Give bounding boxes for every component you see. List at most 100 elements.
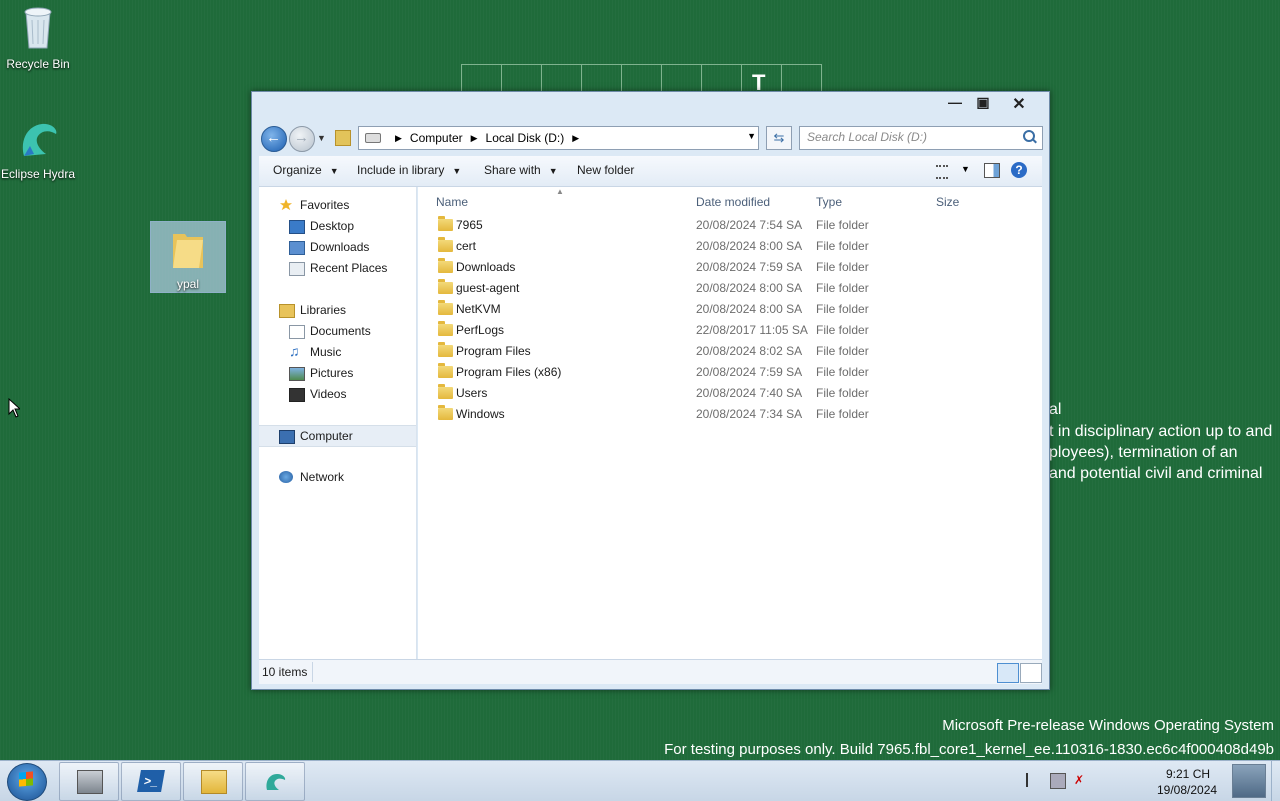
large-icons-view-button[interactable] [1020, 663, 1042, 683]
column-header-name[interactable]: Name [436, 195, 468, 209]
file-name: PerfLogs [456, 323, 505, 337]
nav-network[interactable]: Network [259, 467, 416, 487]
breadcrumb-computer[interactable]: Computer [410, 131, 463, 145]
file-row[interactable]: PerfLogs 22/08/2017 11:05 SA File folder [418, 320, 1042, 341]
file-row[interactable]: 7965 20/08/2024 7:54 SA File folder [418, 215, 1042, 236]
column-header-size[interactable]: Size [936, 195, 959, 209]
breadcrumb-local-disk[interactable]: Local Disk (D:) [486, 131, 565, 145]
clock-date[interactable]: 19/08/2024 [1157, 783, 1217, 797]
nav-label: Libraries [300, 303, 347, 317]
downloads-icon [289, 241, 305, 255]
desktop-icon-recycle-bin[interactable]: Recycle Bin [0, 6, 76, 71]
nav-music[interactable]: ♫ Music [259, 342, 416, 362]
help-icon[interactable]: ? [1011, 162, 1027, 178]
file-row[interactable]: NetKVM 20/08/2024 8:00 SA File folder [418, 299, 1042, 320]
desktop-icon-label: Recycle Bin [6, 57, 70, 71]
refresh-button[interactable]: ⇆ [766, 126, 792, 150]
change-view-icon[interactable] [936, 165, 948, 179]
address-history-dropdown[interactable]: ▼ [747, 131, 756, 141]
user-avatar[interactable] [1232, 764, 1266, 798]
file-row[interactable]: Downloads 20/08/2024 7:59 SA File folder [418, 257, 1042, 278]
address-bar[interactable]: ▶ Computer ▶ Local Disk (D:) ▶ ▼ [358, 126, 759, 150]
breadcrumb-separator-icon[interactable]: ▶ [572, 133, 579, 144]
file-row[interactable]: Users 20/08/2024 7:40 SA File folder [418, 383, 1042, 404]
up-folder-icon[interactable] [335, 130, 351, 146]
nav-videos[interactable]: Videos [259, 384, 416, 404]
taskbar-powershell[interactable]: >_ [121, 762, 181, 801]
drive-icon [365, 133, 381, 143]
folder-icon [438, 405, 453, 420]
clock-time[interactable]: 9:21 CH [1166, 767, 1210, 781]
share-label: Share with [484, 163, 541, 177]
show-desktop-button[interactable] [1271, 761, 1280, 801]
file-date-modified: 20/08/2024 8:00 SA [696, 281, 803, 295]
organize-button[interactable]: Organize ▼ [273, 163, 339, 177]
details-view-button[interactable] [997, 663, 1019, 683]
taskbar-eclipse-hydra[interactable] [245, 762, 305, 801]
music-icon: ♫ [289, 343, 300, 359]
libraries-icon [279, 304, 295, 318]
maximize-button[interactable]: ▣ [970, 94, 996, 114]
search-icon[interactable] [1023, 130, 1035, 142]
desktop-icon-eclipse-hydra[interactable]: Eclipse Hydra [0, 116, 76, 181]
file-type: File folder [816, 239, 869, 253]
breadcrumb-separator-icon[interactable]: ▶ [395, 133, 402, 144]
share-with-button[interactable]: Share with ▼ [484, 163, 558, 177]
action-center-flag-icon[interactable] [1026, 773, 1042, 787]
eclipse-hydra-icon [22, 123, 57, 156]
build-line: For testing purposes only. Build 7965.fb… [664, 741, 1274, 758]
nav-favorites[interactable]: Favorites [259, 195, 416, 215]
file-date-modified: 20/08/2024 8:00 SA [696, 239, 803, 253]
volume-muted-icon[interactable]: ✗ [1074, 773, 1088, 787]
back-button[interactable]: ← [261, 126, 287, 152]
forward-button[interactable]: → [289, 126, 315, 152]
view-options-dropdown[interactable]: ▼ [961, 164, 970, 174]
file-row[interactable]: Program Files 20/08/2024 8:02 SA File fold… [418, 341, 1042, 362]
network-icon [279, 471, 293, 483]
nav-label: Desktop [310, 219, 355, 233]
file-type: File folder [816, 323, 869, 337]
file-type: File folder [816, 407, 869, 421]
nav-recent-places[interactable]: Recent Places [259, 258, 416, 278]
network-disconnected-icon[interactable] [1050, 773, 1066, 789]
file-date-modified: 22/08/2017 11:05 SA [696, 323, 808, 337]
minimize-button[interactable]: — [942, 94, 968, 114]
desktop-icon-ypal-folder[interactable]: ypal [150, 221, 226, 293]
file-row[interactable]: Program Files (x86) 20/08/2024 7:59 SA Fil… [418, 362, 1042, 383]
nav-pictures[interactable]: Pictures [259, 363, 416, 383]
file-row[interactable]: guest-agent 20/08/2024 8:00 SA File folder [418, 278, 1042, 299]
file-name: 7965 [456, 218, 483, 232]
nav-desktop[interactable]: Desktop [259, 216, 416, 236]
new-folder-button[interactable]: New folder [577, 163, 634, 177]
nav-computer[interactable]: Computer [259, 425, 416, 447]
search-box[interactable] [799, 126, 1043, 150]
taskbar-server-manager[interactable] [59, 762, 119, 801]
taskbar-file-explorer[interactable] [183, 762, 243, 801]
file-row[interactable]: cert 20/08/2024 8:00 SA File folder [418, 236, 1042, 257]
wallpaper-notice-title: al [1049, 401, 1062, 418]
include-label: Include in library [357, 163, 445, 177]
breadcrumb-separator-icon[interactable]: ▶ [471, 133, 478, 144]
file-name: Program Files [456, 344, 531, 358]
explorer-window: — ▣ ✕ ← → ▼ ▶ Computer ▶ Local Disk (D:)… [251, 91, 1050, 690]
nav-downloads[interactable]: Downloads [259, 237, 416, 257]
include-in-library-button[interactable]: Include in library ▼ [357, 163, 461, 177]
nav-label: Documents [310, 324, 371, 338]
file-row[interactable]: Windows 20/08/2024 7:34 SA File folder [418, 404, 1042, 425]
preview-pane-icon[interactable] [984, 163, 1000, 178]
star-icon [280, 199, 292, 211]
close-button[interactable]: ✕ [1006, 94, 1032, 114]
nav-libraries[interactable]: Libraries [259, 300, 416, 320]
navigation-pane: Favorites Desktop Downloads Recent Place… [259, 187, 417, 659]
start-button[interactable] [7, 763, 47, 801]
search-input[interactable] [800, 127, 1017, 147]
column-header-date[interactable]: Date modified [696, 195, 770, 209]
column-header-type[interactable]: Type [816, 195, 842, 209]
file-type: File folder [816, 386, 869, 400]
recent-pages-dropdown[interactable]: ▼ [317, 133, 326, 143]
nav-documents[interactable]: Documents [259, 321, 416, 341]
file-name: guest-agent [456, 281, 520, 295]
windows-logo-icon [19, 771, 33, 787]
folder-icon [438, 258, 453, 273]
file-list: ▲ Name Date modified Type Size 7965 20/08… [418, 187, 1042, 659]
